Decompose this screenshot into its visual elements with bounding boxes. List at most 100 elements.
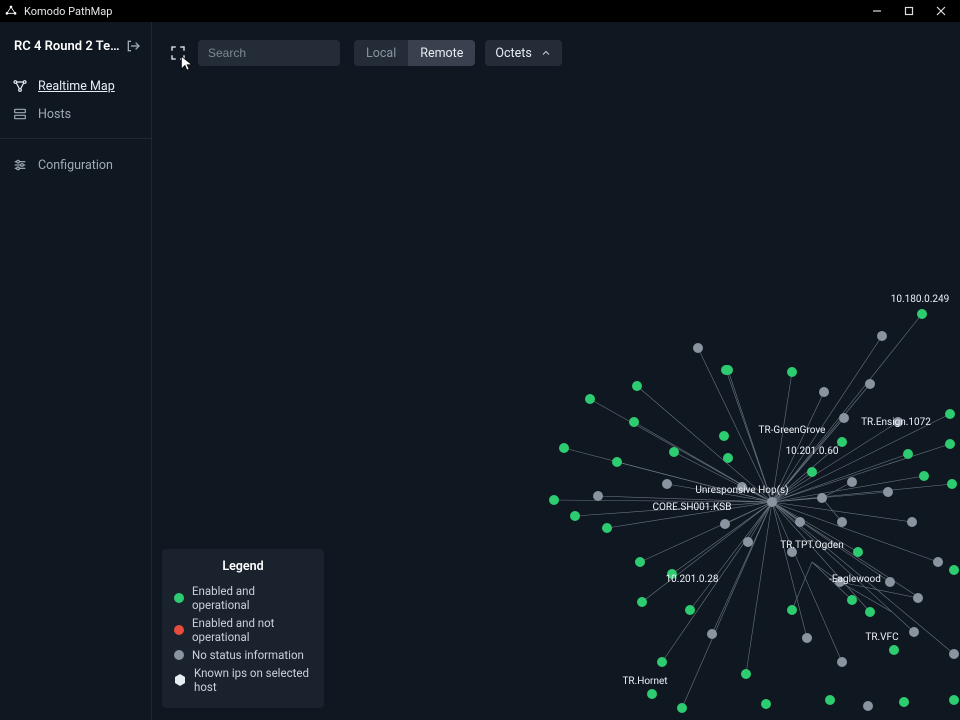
dot-grey-icon — [174, 650, 184, 660]
graph-node[interactable] — [795, 517, 805, 527]
graph-node[interactable] — [933, 557, 943, 567]
graph-node[interactable] — [817, 493, 827, 503]
graph-node[interactable] — [677, 703, 687, 713]
mode-remote-button[interactable]: Remote — [408, 40, 475, 66]
graph-node-label: 10.180.0.249 — [891, 294, 950, 305]
graph-node[interactable] — [885, 577, 895, 587]
graph-node-label: TR.Hornet — [622, 676, 667, 687]
legend-label: No status information — [192, 648, 304, 662]
fullscreen-button[interactable] — [166, 41, 190, 65]
graph-node[interactable] — [602, 523, 612, 533]
graph-node[interactable] — [913, 593, 923, 603]
graph-node[interactable] — [837, 657, 847, 667]
graph-node[interactable] — [945, 409, 955, 419]
window-close-button[interactable] — [926, 1, 956, 21]
graph-node[interactable] — [632, 381, 642, 391]
graph-node[interactable] — [570, 511, 580, 521]
sidebar: RC 4 Round 2 Te... Realtime Map Hosts — [0, 22, 152, 720]
sidebar-item-configuration[interactable]: Configuration — [0, 151, 151, 179]
graph-node[interactable] — [883, 487, 893, 497]
graph-node[interactable] — [847, 595, 857, 605]
graph-node[interactable] — [819, 387, 829, 397]
network-icon — [12, 78, 28, 94]
mode-local-button[interactable]: Local — [354, 40, 408, 66]
graph-node[interactable] — [549, 495, 559, 505]
graph-node[interactable] — [741, 669, 751, 679]
chevron-up-icon — [540, 47, 552, 59]
sidebar-item-hosts[interactable]: Hosts — [0, 100, 151, 128]
exit-icon[interactable] — [125, 38, 141, 54]
project-name[interactable]: RC 4 Round 2 Te... — [14, 39, 121, 54]
graph-node[interactable] — [693, 343, 703, 353]
graph-node[interactable] — [889, 645, 899, 655]
graph-node[interactable] — [743, 537, 753, 547]
graph-node[interactable] — [909, 627, 919, 637]
graph-node[interactable] — [877, 331, 887, 341]
graph-node[interactable] — [657, 657, 667, 667]
graph-node[interactable] — [707, 629, 717, 639]
graph-node[interactable] — [945, 439, 955, 449]
graph-node-label: 10.201.0.28 — [666, 574, 719, 585]
graph-node[interactable] — [593, 491, 603, 501]
graph-node[interactable] — [919, 471, 929, 481]
window-maximize-button[interactable] — [894, 1, 924, 21]
graph-node[interactable] — [865, 607, 875, 617]
graph-node[interactable] — [847, 477, 857, 487]
graph-node[interactable] — [802, 633, 812, 643]
graph-node[interactable] — [907, 517, 917, 527]
graph-node[interactable] — [839, 413, 849, 423]
graph-node[interactable] — [917, 309, 927, 319]
graph-node[interactable] — [863, 701, 873, 711]
graph-node[interactable] — [865, 379, 875, 389]
graph-node[interactable] — [720, 519, 730, 529]
sidebar-item-label: Configuration — [38, 158, 113, 173]
legend-row-not-operational: Enabled and not operational — [174, 614, 312, 646]
graph-node[interactable] — [635, 557, 645, 567]
graph-node[interactable] — [787, 605, 797, 615]
graph-node[interactable] — [947, 479, 957, 489]
graph-node[interactable] — [767, 497, 777, 507]
graph-node[interactable] — [825, 695, 835, 705]
main-panel: Local Remote Octets 10.180.0.249TR.Ensig… — [152, 22, 960, 720]
dot-green-icon — [174, 593, 184, 603]
sidebar-item-label: Realtime Map — [38, 79, 115, 94]
map-toolbar: Local Remote Octets — [166, 40, 562, 66]
legend-label: Known ips on selected host — [194, 666, 312, 694]
graph-node[interactable] — [685, 605, 695, 615]
graph-node[interactable] — [669, 447, 679, 457]
grouping-dropdown-label: Octets — [495, 46, 531, 61]
graph-node[interactable] — [761, 699, 771, 709]
graph-node[interactable] — [899, 697, 909, 707]
sidebar-item-realtime-map[interactable]: Realtime Map — [0, 72, 151, 100]
graph-node[interactable] — [853, 547, 863, 557]
graph-node[interactable] — [723, 365, 733, 375]
graph-node[interactable] — [559, 443, 569, 453]
graph-node[interactable] — [837, 437, 847, 447]
graph-node[interactable] — [637, 597, 647, 607]
legend-row-no-status: No status information — [174, 646, 312, 664]
graph-node[interactable] — [949, 649, 959, 659]
window-minimize-button[interactable] — [862, 1, 892, 21]
graph-node-label: CORE.SH001.KSB — [653, 502, 732, 513]
app-logo-icon — [4, 4, 18, 18]
graph-node[interactable] — [949, 565, 959, 575]
graph-node[interactable] — [787, 367, 797, 377]
graph-node[interactable] — [585, 394, 595, 404]
graph-node[interactable] — [612, 457, 622, 467]
graph-node[interactable] — [647, 689, 657, 699]
grouping-dropdown[interactable]: Octets — [485, 40, 561, 66]
legend-label: Enabled and not operational — [192, 616, 312, 644]
graph-node[interactable] — [629, 417, 639, 427]
graph-node[interactable] — [723, 453, 733, 463]
graph-node[interactable] — [719, 431, 729, 441]
search-input[interactable] — [198, 40, 340, 66]
graph-node[interactable] — [837, 517, 847, 527]
graph-node[interactable] — [903, 449, 913, 459]
graph-node-label: Unresponsive Hop(s) — [695, 484, 788, 496]
legend-label: Enabled and operational — [192, 584, 312, 612]
mode-toggle: Local Remote — [354, 40, 475, 66]
graph-node[interactable] — [662, 479, 672, 489]
graph-node-label: -Eaglewood — [829, 574, 881, 585]
graph-node[interactable] — [949, 695, 959, 705]
graph-node[interactable] — [807, 467, 817, 477]
